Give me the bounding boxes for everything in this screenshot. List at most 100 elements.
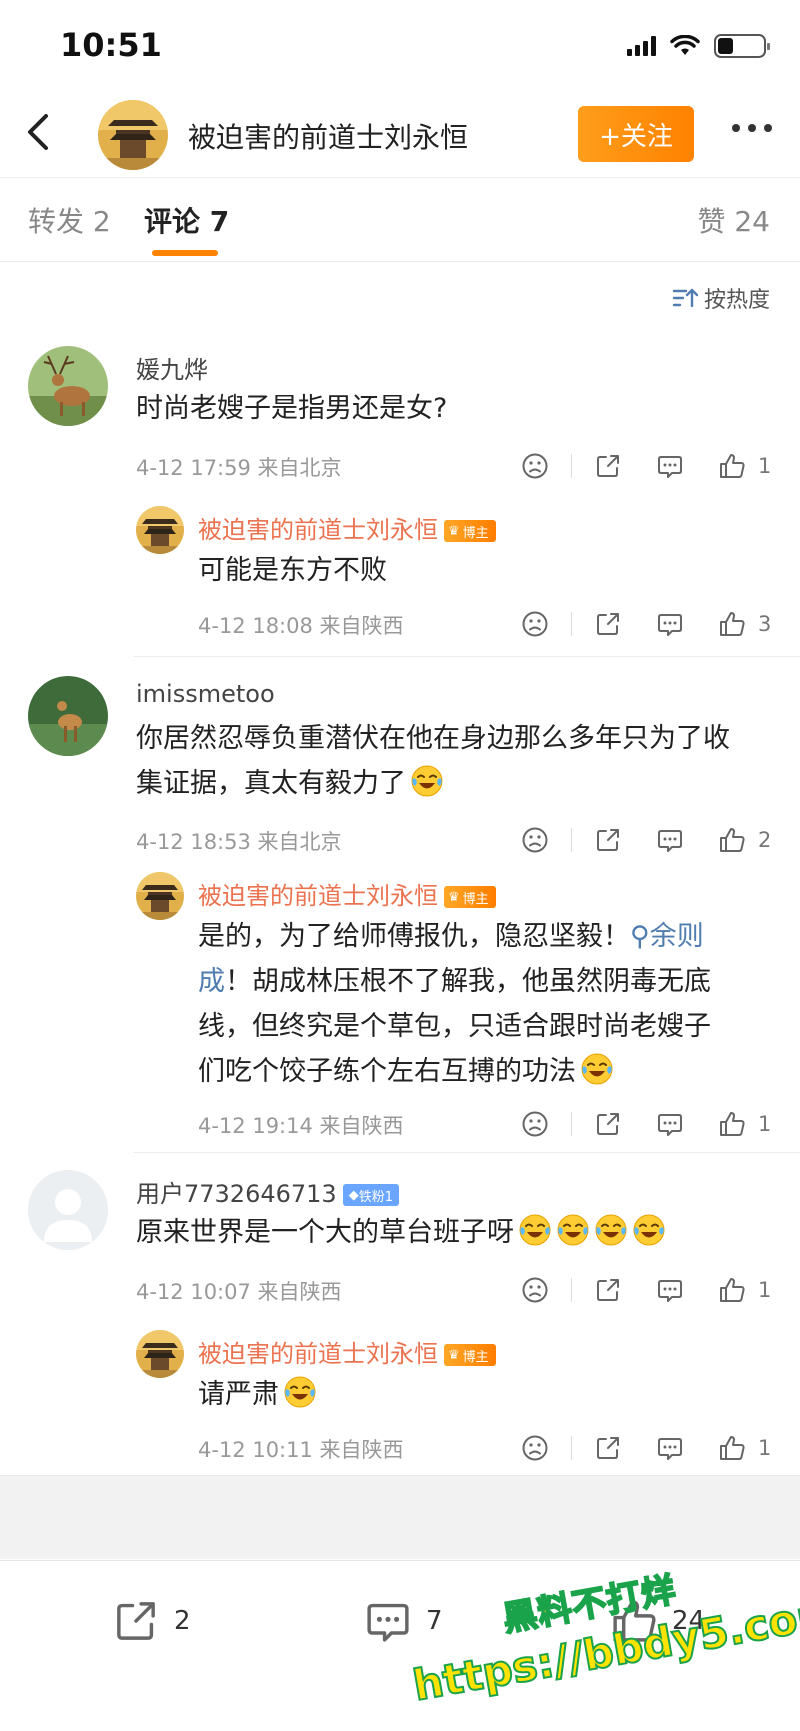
share-button[interactable] <box>594 452 622 480</box>
comment-icon <box>367 1603 409 1642</box>
like-button[interactable]: 3 <box>718 610 772 638</box>
like-count: 1 <box>758 1278 772 1302</box>
comment-text-line: 你居然忍辱负重潜伏在他在身边那么多年只为了收 <box>136 723 730 754</box>
status-time: 10:51 <box>60 26 162 64</box>
comment-icon <box>658 1280 682 1302</box>
share-icon <box>597 829 619 851</box>
reply-button[interactable] <box>656 1276 684 1304</box>
share-button[interactable] <box>594 1276 622 1304</box>
tab-active-indicator <box>152 250 218 256</box>
dislike-button[interactable] <box>521 1110 549 1138</box>
comment-actions: 2 <box>521 822 772 858</box>
user-avatar[interactable] <box>28 1170 108 1250</box>
reply-button[interactable] <box>656 826 684 854</box>
search-icon: ⚲ <box>630 921 650 952</box>
dislike-icon <box>522 827 548 853</box>
comment-count: 7 <box>426 1606 443 1636</box>
bottom-repost-button[interactable]: 2 <box>112 1597 191 1645</box>
share-button[interactable] <box>594 826 622 854</box>
dislike-button[interactable] <box>521 1276 549 1304</box>
like-button[interactable]: 1 <box>718 452 772 480</box>
reply-text-line: 们吃个饺子练个左右互搏的功法 <box>198 1049 778 1094</box>
dislike-button[interactable] <box>521 1434 549 1462</box>
more-dot-icon <box>732 124 740 132</box>
reply-avatar[interactable] <box>136 1330 184 1378</box>
list-end-spacer <box>0 1475 800 1559</box>
reply-button[interactable] <box>656 610 684 638</box>
mention-link[interactable]: ⚲余则 <box>630 921 704 952</box>
share-icon <box>597 1113 619 1135</box>
dislike-button[interactable] <box>521 826 549 854</box>
more-button[interactable] <box>732 124 772 132</box>
share-button[interactable] <box>594 1110 622 1138</box>
dislike-icon <box>522 453 548 479</box>
divider <box>134 1152 800 1153</box>
crown-icon: ♛ <box>448 889 460 905</box>
bottom-comment-button[interactable]: 7 <box>364 1597 443 1645</box>
divider <box>134 656 800 657</box>
user-avatar[interactable] <box>28 346 108 426</box>
tab-bar: 转发 2 评论 7 赞 24 <box>0 178 800 262</box>
reply-button[interactable] <box>656 1434 684 1462</box>
like-button[interactable]: 1 <box>718 1110 772 1138</box>
like-count: 24 <box>672 1606 706 1636</box>
dislike-button[interactable] <box>521 452 549 480</box>
like-icon <box>613 1600 656 1642</box>
fan-badge-label: 铁粉1 <box>358 1189 393 1205</box>
share-icon <box>117 1602 155 1640</box>
reply-username[interactable]: 被迫害的前道士刘永恒 ♛ 博主 <box>198 510 496 545</box>
bottom-like-button[interactable]: 24 <box>610 1597 705 1645</box>
comment-text: 时尚老嫂子是指男还是女? <box>136 393 448 424</box>
like-icon <box>720 1278 745 1302</box>
host-badge-label: 博主 <box>462 525 489 541</box>
share-icon <box>597 613 619 635</box>
tab-comment[interactable]: 评论 7 <box>144 200 229 240</box>
reply-button[interactable] <box>656 452 684 480</box>
tab-like[interactable]: 赞 24 <box>697 200 770 240</box>
host-badge: ♛ 博主 <box>444 520 496 542</box>
like-count: 3 <box>758 612 772 636</box>
comment-username-text: 用户7732646713 <box>136 1180 337 1208</box>
user-avatar[interactable] <box>28 676 108 756</box>
chevron-left-icon <box>28 114 48 150</box>
share-button[interactable] <box>594 1434 622 1462</box>
share-button[interactable] <box>594 610 622 638</box>
like-count: 1 <box>758 454 772 478</box>
reply-avatar[interactable] <box>136 872 184 920</box>
comment-username[interactable]: 用户7732646713 ◆ 铁粉1 <box>136 1174 399 1209</box>
laughing-emoji-icon <box>411 765 443 797</box>
reply-avatar[interactable] <box>136 506 184 554</box>
author-avatar[interactable] <box>98 100 168 170</box>
like-icon <box>720 1436 745 1460</box>
reply-button[interactable] <box>656 1110 684 1138</box>
dislike-button[interactable] <box>521 610 549 638</box>
reply-username-text: 被迫害的前道士刘永恒 <box>198 516 438 544</box>
sort-button[interactable]: 按热度 <box>672 282 770 314</box>
share-icon <box>597 1437 619 1459</box>
like-button[interactable]: 1 <box>718 1434 772 1462</box>
wifi-icon <box>670 35 700 55</box>
follow-button[interactable]: +关注 <box>578 106 694 162</box>
host-badge-label: 博主 <box>462 1349 489 1365</box>
comment-username[interactable]: imissmetoo <box>136 680 275 708</box>
back-button[interactable] <box>18 110 62 154</box>
reply-username[interactable]: 被迫害的前道士刘永恒 ♛ 博主 <box>198 876 496 911</box>
comment-text: 你居然忍辱负重潜伏在他在身边那么多年只为了收 集证据，真太有毅力了 <box>136 716 776 806</box>
reply-actions: 3 <box>521 606 772 642</box>
reply-text: 请严肃 <box>198 1372 317 1417</box>
mention-text[interactable]: 成 <box>198 966 225 997</box>
like-button[interactable]: 1 <box>718 1276 772 1304</box>
comment-username[interactable]: 媛九烨 <box>136 350 208 385</box>
comment-meta: 4-12 10:07 来自陕西 <box>136 1280 342 1304</box>
dislike-icon <box>522 1277 548 1303</box>
bottom-action-bar: 2 7 24 <box>0 1560 800 1731</box>
share-icon <box>597 455 619 477</box>
tab-repost[interactable]: 转发 2 <box>28 200 111 240</box>
author-name[interactable]: 被迫害的前道士刘永恒 <box>188 116 468 156</box>
like-button[interactable]: 2 <box>718 826 772 854</box>
comment-meta: 4-12 17:59 来自北京 <box>136 456 342 480</box>
comment-text-span: 集证据，真太有毅力了 <box>136 768 406 799</box>
reply-username[interactable]: 被迫害的前道士刘永恒 ♛ 博主 <box>198 1334 496 1369</box>
reply-text-span: ！胡成林压根不了解我，他虽然阴毒无底 <box>225 966 711 997</box>
crying-laughing-emoji-icon <box>519 1214 551 1246</box>
